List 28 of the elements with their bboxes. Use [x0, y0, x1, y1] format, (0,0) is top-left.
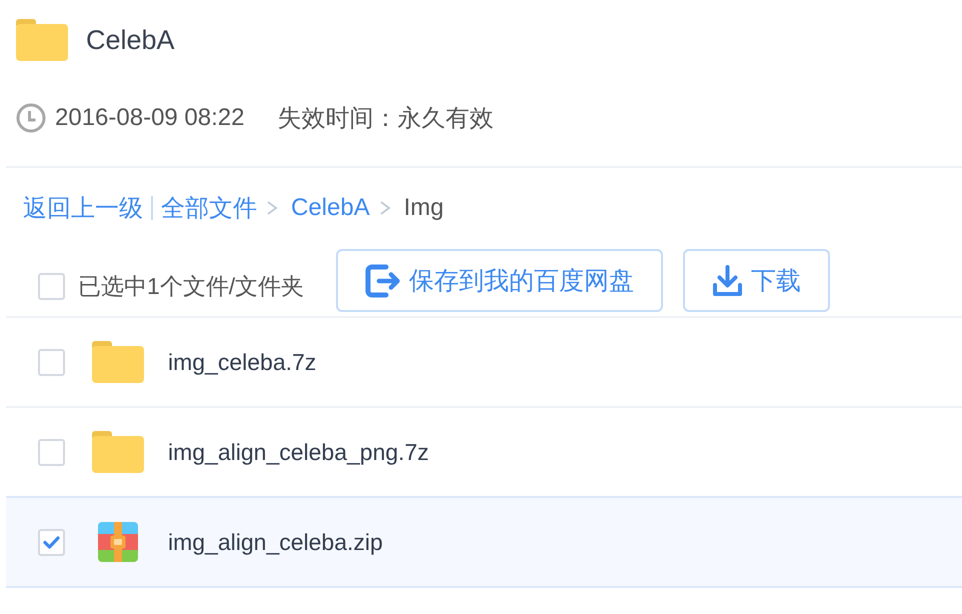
share-date: 2016-08-09 08:22	[55, 104, 244, 132]
file-row[interactable]: img_align_celeba.zip	[6, 496, 962, 588]
chevron-icon	[266, 200, 278, 216]
expiry-text: 失效时间：永久有效	[278, 104, 494, 134]
file-name: img_align_celeba.zip	[168, 528, 383, 556]
file-name: img_celeba.7z	[168, 348, 316, 376]
breadcrumb-link[interactable]: 全部文件	[161, 192, 257, 224]
checkbox[interactable]	[38, 273, 65, 300]
clock-icon	[16, 103, 46, 133]
folder-icon	[92, 341, 144, 383]
current-folder-crumb: Img	[404, 194, 444, 222]
back-link[interactable]: 返回上一级	[23, 192, 143, 224]
export-icon	[365, 264, 402, 298]
selection-count-label: 已选中1个文件/文件夹	[78, 272, 304, 301]
checkmark-icon	[43, 536, 60, 548]
breadcrumb-link[interactable]: CelebA	[291, 194, 370, 222]
folder-icon	[16, 19, 68, 61]
checkbox[interactable]	[38, 348, 65, 376]
folder-icon	[92, 431, 144, 473]
checkbox[interactable]	[38, 438, 65, 466]
download-icon	[712, 264, 744, 296]
file-name: img_align_celeba_png.7z	[168, 438, 429, 466]
archive-icon	[98, 522, 138, 562]
save-to-cloud-button[interactable]: 保存到我的百度网盘	[336, 249, 664, 312]
folder-title: CelebA	[86, 24, 175, 56]
checkbox[interactable]	[38, 528, 65, 556]
chevron-icon	[378, 200, 391, 216]
download-button[interactable]: 下载	[683, 249, 830, 312]
